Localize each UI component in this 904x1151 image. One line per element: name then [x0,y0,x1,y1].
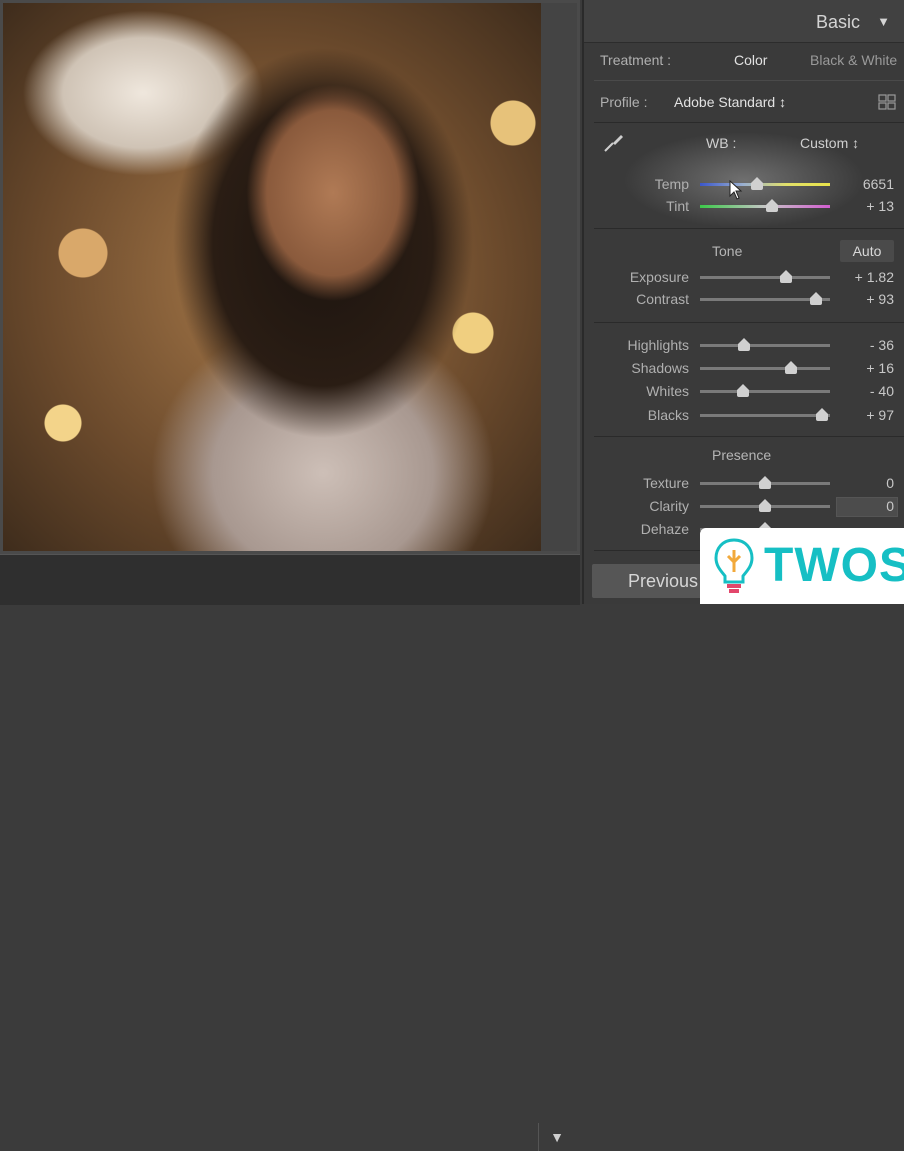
clarity-thumb[interactable] [759,499,771,512]
blacks-label: Blacks [647,407,689,423]
exposure-slider[interactable] [700,270,830,284]
highlights-slider[interactable] [700,338,830,352]
blacks-value[interactable]: + 97 [834,407,894,423]
profile-select[interactable]: Adobe Standard ↕ [674,94,786,110]
divider [594,228,904,229]
temp-thumb[interactable] [751,177,764,190]
shadows-label: Shadows [631,360,689,376]
auto-button[interactable]: Auto [840,240,894,262]
highlights-label: Highlights [627,337,689,353]
texture-slider[interactable] [700,476,830,490]
clarity-slider[interactable] [700,499,830,513]
treatment-bw-option[interactable]: Black & White [810,52,897,68]
profile-browser-icon[interactable] [878,94,896,110]
shadows-value[interactable]: + 16 [834,360,894,376]
clarity-label: Clarity [649,498,689,514]
blacks-slider[interactable] [700,408,830,422]
highlights-thumb[interactable] [738,338,751,351]
contrast-slider[interactable] [700,292,830,306]
whites-slider[interactable] [700,384,830,398]
photo-viewer [0,0,580,604]
wb-select[interactable]: Custom ↕ [800,135,859,151]
contrast-thumb[interactable] [809,292,822,305]
tint-thumb[interactable] [765,199,778,212]
blacks-thumb[interactable] [816,408,829,421]
panel-title: Basic [815,12,860,32]
exposure-label: Exposure [629,269,689,285]
texture-label: Texture [643,475,689,491]
wb-label: WB : [706,135,737,151]
triangle-down-icon[interactable]: ▼ [538,1123,575,1151]
temp-value[interactable]: 6651 [834,176,894,192]
highlights-track [700,344,830,347]
treatment-color-option[interactable]: Color [734,52,767,68]
presence-title: Presence [712,447,772,463]
photo-image [3,3,541,551]
viewer-scrollbar[interactable] [541,3,577,551]
highlights-value[interactable]: - 36 [834,337,894,353]
shadows-track [700,367,830,370]
tone-title: Tone [712,243,743,259]
contrast-label: Contrast [636,291,689,307]
exposure-value[interactable]: + 1.82 [834,269,894,285]
whites-track [700,390,830,393]
temp-slider[interactable] [700,177,830,191]
temp-label: Temp [654,176,689,192]
exposure-track [700,276,830,279]
divider [594,436,904,437]
whites-label: Whites [646,383,689,399]
whites-value[interactable]: - 40 [834,383,894,399]
panel-header[interactable]: Basic ▼ [584,0,904,43]
tint-label: Tint [666,198,689,214]
shadows-slider[interactable] [700,361,830,375]
temp-track [700,183,830,186]
exposure-thumb[interactable] [779,270,792,283]
toolbar: ▼ [0,554,580,1151]
divider [594,322,904,323]
clarity-value[interactable]: 0 [834,498,894,514]
shadows-thumb[interactable] [785,361,797,374]
profile-label: Profile : [600,94,648,110]
lightbulb-icon [714,538,754,593]
dehaze-label: Dehaze [640,521,689,537]
contrast-value[interactable]: + 93 [834,291,894,307]
divider [594,122,904,123]
whites-thumb[interactable] [736,384,749,397]
eyedropper-icon[interactable] [602,132,624,154]
texture-value[interactable]: 0 [834,475,894,491]
treatment-label: Treatment : [600,52,672,68]
mouse-cursor-icon [729,180,743,200]
develop-panel: Basic ▼ Treatment : Color Black & White … [582,0,904,604]
tint-value[interactable]: + 13 [834,198,894,214]
tint-slider[interactable] [700,199,830,213]
watermark: TWOS [700,528,904,604]
blacks-track [700,414,830,417]
divider [594,80,904,81]
texture-thumb[interactable] [759,476,771,489]
watermark-text: TWOS [764,539,904,592]
triangle-down-icon[interactable]: ▼ [877,14,890,29]
